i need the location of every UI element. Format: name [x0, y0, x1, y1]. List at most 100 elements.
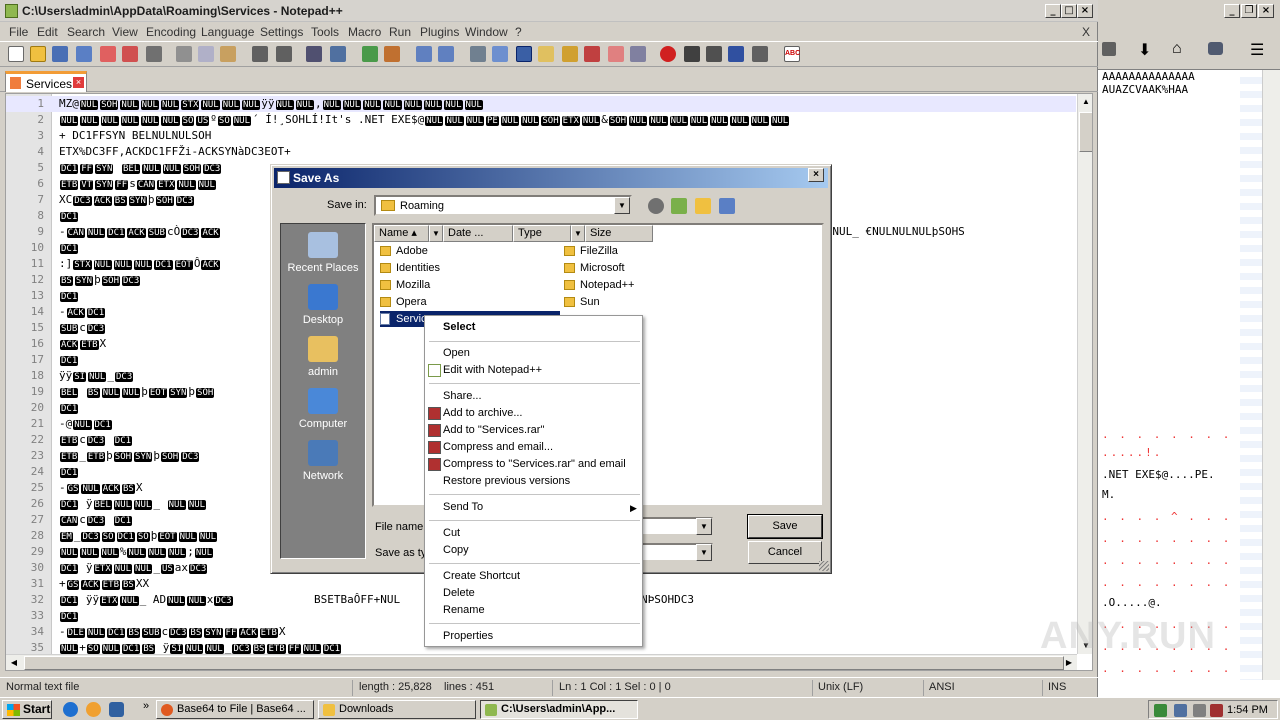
sync-vertical-icon[interactable]: [416, 46, 432, 62]
menu-item-rename[interactable]: Rename: [443, 604, 485, 616]
cut-icon[interactable]: [176, 46, 192, 62]
menu-item-add-archive[interactable]: Add to archive...: [443, 407, 523, 419]
copy-icon[interactable]: [198, 46, 214, 62]
place-desktop[interactable]: Desktop: [281, 280, 365, 332]
sync-horizontal-icon[interactable]: [438, 46, 454, 62]
save-in-dropdown[interactable]: Roaming ▼: [374, 195, 632, 216]
menu-item-create-shortcut[interactable]: Create Shortcut: [443, 570, 520, 582]
menu-encoding[interactable]: Encoding: [146, 25, 196, 39]
menu-item-properties[interactable]: Properties: [443, 630, 493, 642]
paste-icon[interactable]: [220, 46, 236, 62]
chevron-down-icon[interactable]: ▼: [696, 544, 712, 561]
horizontal-scrollbar[interactable]: ◀ ▶: [6, 654, 1077, 670]
menu-run[interactable]: Run: [389, 25, 411, 39]
menu-item-add-rar[interactable]: Add to "Services.rar": [443, 424, 544, 436]
save-button[interactable]: Save: [747, 514, 823, 539]
folder-item[interactable]: Opera: [380, 294, 550, 310]
bg-restore-button[interactable]: ❐: [1241, 4, 1257, 18]
resize-grip[interactable]: [819, 561, 829, 571]
background-scrollbar[interactable]: [1262, 70, 1280, 680]
menu-file[interactable]: File: [9, 25, 28, 39]
column-type[interactable]: Type: [513, 225, 571, 242]
place-computer[interactable]: Computer: [281, 384, 365, 436]
scroll-thumb-horizontal[interactable]: [24, 656, 1064, 670]
vertical-scrollbar[interactable]: ▲ ▼: [1077, 94, 1092, 654]
taskbar-item-downloads[interactable]: Downloads: [318, 700, 476, 719]
tab-services[interactable]: Services ×: [5, 71, 87, 92]
menu-plugins[interactable]: Plugins: [420, 25, 459, 39]
network-tray-icon[interactable]: [1174, 704, 1187, 717]
folder-item[interactable]: FileZilla: [564, 243, 724, 259]
chevron-down-icon[interactable]: ▼: [696, 518, 712, 535]
replace-icon[interactable]: [330, 46, 346, 62]
open-file-icon[interactable]: [30, 46, 46, 62]
folder-item[interactable]: Notepad++: [564, 277, 724, 293]
menu-close-document[interactable]: X: [1082, 25, 1090, 39]
taskbar-item-notepadpp[interactable]: C:\Users\admin\App...: [480, 700, 638, 719]
tab-close-icon[interactable]: ×: [73, 77, 84, 88]
menu-tools[interactable]: Tools: [311, 25, 339, 39]
scroll-up-icon[interactable]: ▲: [1078, 94, 1092, 110]
close-button[interactable]: ×: [1077, 4, 1093, 18]
home-icon[interactable]: ⌂: [1172, 40, 1182, 58]
menu-macro[interactable]: Macro: [348, 25, 381, 39]
indent-guide-icon[interactable]: [516, 46, 532, 62]
monitor-icon[interactable]: [608, 46, 624, 62]
place-network[interactable]: Network: [281, 436, 365, 488]
folder-item[interactable]: Microsoft: [564, 260, 724, 276]
menu-language[interactable]: Language: [201, 25, 254, 39]
pocket-icon[interactable]: [1208, 42, 1223, 55]
doc-map-icon[interactable]: [538, 46, 554, 62]
views-menu-icon[interactable]: [719, 198, 735, 214]
maximize-button[interactable]: □: [1061, 4, 1077, 18]
folder-workspace-icon[interactable]: [584, 46, 600, 62]
close-all-icon[interactable]: [122, 46, 138, 62]
scroll-thumb[interactable]: [1079, 112, 1092, 152]
menu-item-compress-rar-email[interactable]: Compress to "Services.rar" and email: [443, 458, 626, 470]
word-wrap-icon[interactable]: [470, 46, 486, 62]
stop-macro-icon[interactable]: [684, 46, 700, 62]
column-type-filter[interactable]: ▼: [571, 225, 585, 242]
menu-item-restore-versions[interactable]: Restore previous versions: [443, 475, 570, 487]
function-list-icon[interactable]: [562, 46, 578, 62]
security-icon[interactable]: [1154, 704, 1167, 717]
menu-item-edit-notepadpp[interactable]: Edit with Notepad++: [443, 364, 542, 376]
back-icon[interactable]: [648, 198, 664, 214]
show-all-chars-icon[interactable]: [492, 46, 508, 62]
redo-icon[interactable]: [276, 46, 292, 62]
quicklaunch-chevron-icon[interactable]: »: [143, 700, 149, 712]
play-macro-icon[interactable]: [706, 46, 722, 62]
cancel-button[interactable]: Cancel: [748, 541, 822, 564]
column-size[interactable]: Size: [585, 225, 653, 242]
up-folder-icon[interactable]: [671, 198, 687, 214]
print-icon[interactable]: [146, 46, 162, 62]
save-all-icon[interactable]: [76, 46, 92, 62]
column-name[interactable]: Name ▴: [374, 225, 429, 242]
ie-icon[interactable]: [63, 702, 78, 717]
menu-edit[interactable]: Edit: [37, 25, 58, 39]
download-icon[interactable]: ⬇: [1138, 40, 1151, 60]
column-name-filter[interactable]: ▼: [429, 225, 443, 242]
folder-item[interactable]: Sun: [564, 294, 724, 310]
bg-minimize-button[interactable]: _: [1224, 4, 1240, 18]
folder-item[interactable]: Mozilla: [380, 277, 550, 293]
minimize-button[interactable]: _: [1045, 4, 1061, 18]
save-macro-icon[interactable]: [752, 46, 768, 62]
record-macro-icon[interactable]: [660, 46, 676, 62]
menu-settings[interactable]: Settings: [260, 25, 303, 39]
new-file-icon[interactable]: [8, 46, 24, 62]
alert-icon[interactable]: [1210, 704, 1223, 717]
menu-item-send-to[interactable]: Send To: [443, 501, 483, 513]
volume-icon[interactable]: [1193, 704, 1206, 717]
chevron-down-icon[interactable]: ▼: [614, 197, 630, 214]
scroll-left-icon[interactable]: ◀: [6, 655, 22, 670]
file-name-input[interactable]: ▼: [641, 517, 713, 536]
zoom-in-icon[interactable]: [362, 46, 378, 62]
hamburger-menu-icon[interactable]: ☰: [1250, 40, 1264, 60]
menu-item-delete[interactable]: Delete: [443, 587, 475, 599]
show-desktop-icon[interactable]: [109, 702, 124, 717]
undo-icon[interactable]: [252, 46, 268, 62]
start-button[interactable]: Start: [2, 700, 52, 719]
save-icon[interactable]: [52, 46, 68, 62]
menu-search[interactable]: Search: [67, 25, 105, 39]
